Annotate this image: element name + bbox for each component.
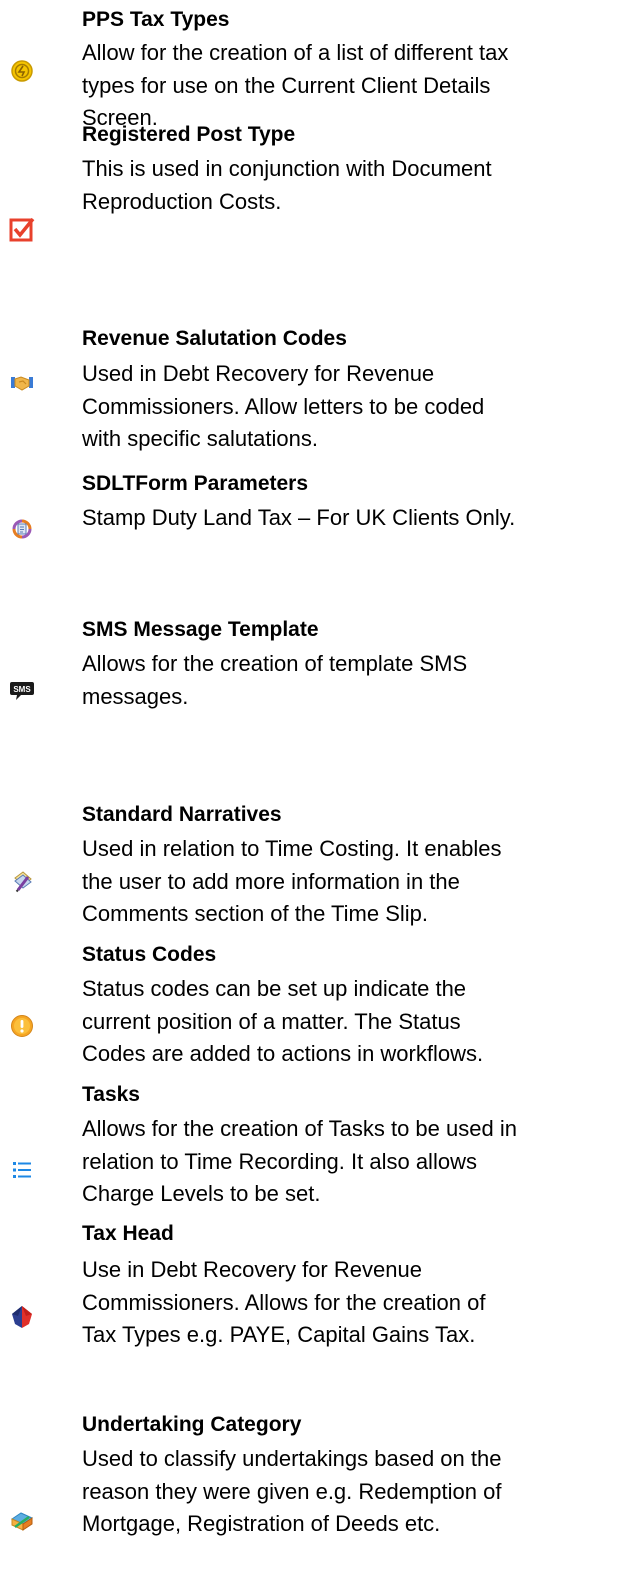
handshake-icon: [8, 369, 36, 397]
entry-title: Tasks: [82, 1083, 140, 1106]
description-line: Used to classify undertakings based on t…: [82, 1446, 502, 1471]
checkbox-icon: [8, 215, 36, 243]
description-line: with specific salutations.: [82, 426, 318, 451]
description-line: This is used in conjunction with Documen…: [82, 156, 492, 181]
entry-title: PPS Tax Types: [82, 8, 230, 31]
entry-description: Used in Debt Recovery for Revenue Commis…: [82, 358, 628, 456]
description-line: Mortgage, Registration of Deeds etc.: [82, 1511, 441, 1536]
svg-text:SMS: SMS: [13, 685, 31, 694]
description-line: Used in Debt Recovery for Revenue: [82, 361, 435, 386]
description-line: Stamp Duty Land Tax – For UK Clients Onl…: [82, 505, 516, 530]
entry-description: Allows for the creation of template SMS …: [82, 648, 628, 713]
warning-icon: [8, 1012, 36, 1040]
undertaking-icon: [8, 1507, 36, 1535]
form-icon: [8, 515, 36, 543]
entry-title: SMS Message Template: [82, 618, 319, 641]
description-line: types for use on the Current Client Deta…: [82, 72, 491, 98]
description-line: reason they were given e.g. Redemption o…: [82, 1478, 502, 1504]
description-line: the user to add more information in the: [82, 868, 460, 894]
entry-title: Tax Head: [82, 1222, 174, 1245]
task-list-icon: [8, 1156, 36, 1184]
entry-description: This is used in conjunction with Documen…: [82, 153, 628, 218]
entry-title: Standard Narratives: [82, 803, 282, 826]
description-line: Allows for the creation of Tasks to be u…: [82, 1116, 517, 1141]
description-line: current position of a matter. The Status: [82, 1008, 461, 1034]
entry-description: Allows for the creation of Tasks to be u…: [82, 1113, 628, 1211]
entry-description: Stamp Duty Land Tax – For UK Clients Onl…: [82, 502, 628, 535]
description-line: Tax Types e.g. PAYE, Capital Gains Tax.: [82, 1322, 476, 1347]
coin-icon: [8, 57, 36, 85]
entry-title: Registered Post Type: [82, 123, 296, 146]
entry-title: Revenue Salutation Codes: [82, 327, 347, 350]
tax-head-icon: [8, 1303, 36, 1331]
description-line: Status codes can be set up indicate the: [82, 976, 467, 1001]
entry-title: Status Codes: [82, 943, 217, 966]
description-line: relation to Time Recording. It also allo…: [82, 1148, 477, 1174]
description-line: messages.: [82, 683, 189, 709]
entry-description: Status codes can be set up indicate the …: [82, 973, 628, 1071]
description-line: Used in relation to Time Costing. It ena…: [82, 836, 502, 861]
entry-description: Used in relation to Time Costing. It ena…: [82, 833, 628, 931]
description-line: Allow for the creation of a list of diff…: [82, 40, 509, 65]
pencil-notes-icon: [8, 867, 36, 895]
description-line: Charge Levels to be set.: [82, 1181, 321, 1206]
description-line: Use in Debt Recovery for Revenue: [82, 1257, 422, 1282]
description-line: Comments section of the Time Slip.: [82, 901, 429, 926]
entry-description: Use in Debt Recovery for Revenue Commiss…: [82, 1254, 628, 1352]
description-line: Reproduction Costs.: [82, 188, 282, 214]
entry-title: Undertaking Category: [82, 1413, 302, 1436]
description-line: Allows for the creation of template SMS: [82, 651, 468, 676]
entry-description: Used to classify undertakings based on t…: [82, 1443, 628, 1541]
description-line: Commissioners. Allows for the creation o…: [82, 1289, 486, 1315]
entry-title: SDLTForm Parameters: [82, 472, 309, 495]
description-line: Codes are added to actions in workflows.: [82, 1041, 484, 1066]
description-line: Commissioners. Allow letters to be coded: [82, 393, 485, 419]
sms-icon: SMS: [8, 676, 36, 704]
